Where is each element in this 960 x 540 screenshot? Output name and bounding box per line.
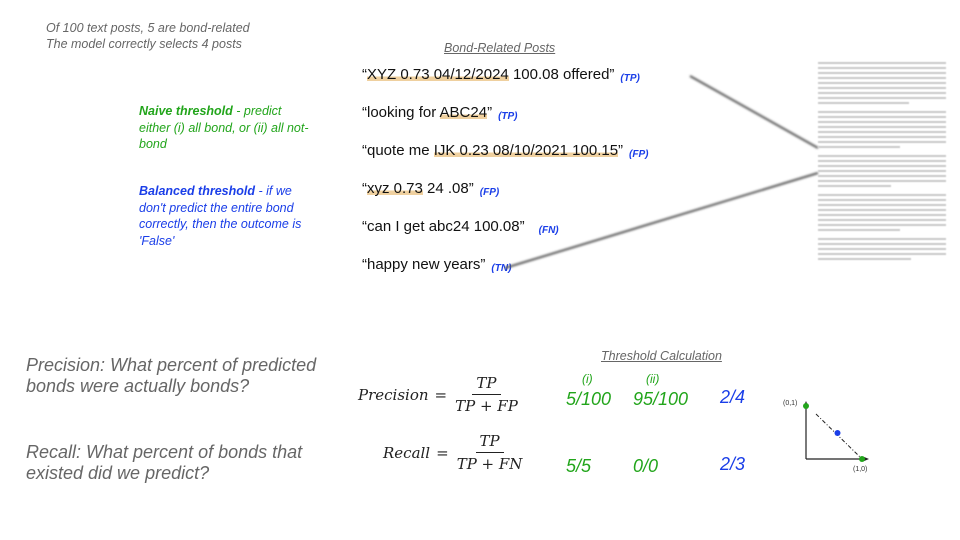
document-line [818, 92, 946, 94]
document-paragraph [818, 238, 946, 260]
document-line [818, 141, 946, 143]
endpoint-marker [859, 456, 865, 462]
document-line [818, 116, 946, 118]
document-line [818, 62, 946, 64]
document-line [818, 67, 946, 69]
document-line [818, 199, 946, 201]
document-line [818, 209, 946, 211]
formula-equals: = [436, 443, 449, 462]
document-line [818, 170, 946, 172]
document-line [818, 243, 946, 245]
document-line [818, 82, 946, 84]
document-line [818, 238, 946, 240]
document-line [818, 77, 946, 79]
document-line [818, 102, 909, 104]
formula-lhs: Recall [383, 443, 431, 462]
column-label-ii: (ii) [646, 372, 660, 386]
precision-naive-i: 5/100 [566, 389, 612, 409]
formula-denominator: TP + FN [456, 455, 523, 473]
endpoint-marker [803, 403, 809, 409]
document-line [818, 219, 946, 221]
document-line [818, 248, 946, 250]
formula-denominator: TP + FP [455, 397, 518, 415]
document-line [818, 72, 946, 74]
document-line [818, 87, 946, 89]
document-line [818, 131, 946, 133]
connector-line-top [689, 75, 819, 149]
document-line [818, 229, 900, 231]
document-line [818, 194, 946, 196]
document-line [818, 155, 946, 157]
label-top: (0,1) [783, 400, 797, 407]
formula-lhs: Precision [358, 385, 429, 404]
precision-formula: Precision = TP TP + FP [358, 374, 518, 415]
recall-formula: Recall = TP TP + FN [383, 432, 522, 473]
balanced-marker [834, 430, 841, 436]
document-line [818, 160, 946, 162]
document-line [818, 121, 946, 123]
recall-question: Recall: What percent of bonds that exist… [26, 442, 303, 483]
document-line [818, 214, 946, 216]
document-line [818, 175, 946, 177]
document-line [818, 180, 946, 182]
formula-fraction: TP TP + FN [457, 432, 523, 473]
formula-fraction: TP TP + FP [455, 374, 518, 415]
connector-line-bottom [504, 172, 819, 269]
label-right: (1,0) [853, 466, 867, 473]
document-line [818, 136, 946, 138]
recall-naive-ii: 0/0 [633, 456, 659, 476]
document-line [818, 165, 946, 167]
document-line [818, 185, 891, 187]
document-line [818, 204, 946, 206]
document-paragraph [818, 194, 946, 231]
document-paragraph [818, 62, 946, 104]
formula-numerator: TP [475, 432, 504, 453]
recall-naive-i: 5/5 [566, 456, 592, 476]
precision-naive-ii: 95/100 [633, 389, 689, 409]
precision-question: Precision: What percent of predicted bon… [26, 355, 317, 396]
document-line [818, 224, 946, 226]
document-line [818, 97, 946, 99]
document-line [818, 111, 946, 113]
pr-tradeoff-plot: (0,1) (1,0) [783, 400, 869, 473]
document-line [818, 126, 946, 128]
precision-balanced: 2/4 [720, 387, 746, 407]
formula-numerator: TP [472, 374, 501, 395]
document-paragraph [818, 111, 946, 148]
recall-balanced: 2/3 [720, 454, 746, 474]
document-thumbnail [818, 62, 946, 262]
document-line [818, 258, 912, 260]
column-label-i: (i) [582, 372, 593, 386]
document-line [818, 146, 900, 148]
formula-equals: = [434, 385, 448, 404]
document-line [818, 253, 946, 255]
document-paragraph [818, 155, 946, 187]
threshold-calculation-title: Threshold Calculation [601, 349, 722, 363]
